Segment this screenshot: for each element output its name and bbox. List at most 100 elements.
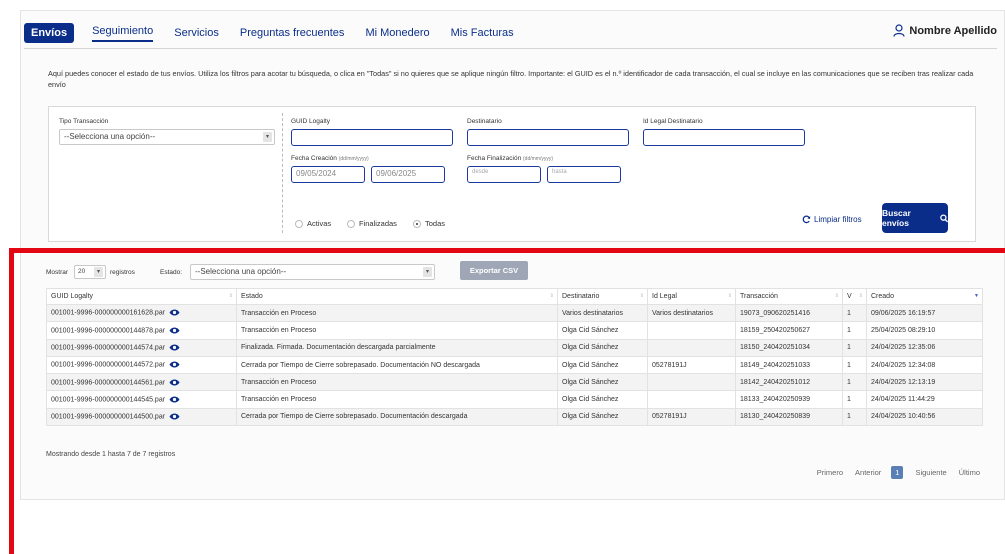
table-cell: Transacción en Proceso xyxy=(236,303,558,323)
cell-text: 1 xyxy=(847,344,851,352)
table-cell: Olga Cid Sánchez xyxy=(557,407,648,427)
tab-mis-facturas[interactable]: Mis Facturas xyxy=(451,27,514,39)
estado-select[interactable]: --Selecciona una opción-- ▾ xyxy=(190,264,435,280)
filter-divider xyxy=(282,113,283,233)
table-cell: 18142_240420251012 xyxy=(735,373,843,392)
table-row[interactable]: 001001-9996-000000000144545.par Transacci… xyxy=(46,390,983,409)
cell-text: Cerrada por Tiempo de Cierre sobrepasado… xyxy=(241,361,480,369)
cell-text: 001001-9996-000000000144878.par xyxy=(51,327,166,335)
table-cell: 1 xyxy=(842,355,867,375)
refresh-icon xyxy=(802,215,811,224)
pager-next[interactable]: Siguiente xyxy=(915,468,946,477)
radio-todas-label: Todas xyxy=(425,219,446,228)
table-cell: 05278191J xyxy=(647,407,736,427)
tab-envios[interactable]: Envíos xyxy=(24,23,75,43)
table-cell: Olga Cid Sánchez xyxy=(557,355,648,375)
buscar-envios-button[interactable]: Buscar envíos xyxy=(882,203,948,233)
col-creado[interactable]: Creado ▼ xyxy=(866,288,983,305)
table-cell: 18130_240420250839 xyxy=(735,407,843,427)
col-estado[interactable]: Estado ⇕ xyxy=(236,288,558,305)
destinatario-label: Destinatario xyxy=(467,118,502,125)
fecha-finalizacion-hasta-input[interactable]: hasta xyxy=(547,166,621,183)
fecha-creacion-desde-input[interactable]: 09/05/2024 xyxy=(291,166,365,183)
eye-icon[interactable] xyxy=(169,361,180,368)
eye-icon[interactable] xyxy=(169,413,180,420)
table-cell: 24/04/2025 12:35:06 xyxy=(866,338,983,357)
table-cell: Transacción en Proceso xyxy=(236,373,558,392)
eye-icon[interactable] xyxy=(169,379,180,386)
cell-text: 19073_090620251416 xyxy=(740,309,811,317)
guid-input[interactable] xyxy=(291,129,453,146)
user-menu[interactable]: Nombre Apellido xyxy=(893,24,997,37)
cell-text: Varios destinatarios xyxy=(562,309,623,317)
highlight-annotation-top xyxy=(9,248,1005,253)
col-transaccion[interactable]: Transacción ⇕ xyxy=(735,288,843,305)
cell-text: 1 xyxy=(847,413,851,421)
table-row[interactable]: 001001-9996-000000000144572.par Cerrada p… xyxy=(46,355,983,375)
cell-text: Transacción en Proceso xyxy=(241,378,317,386)
eye-icon[interactable] xyxy=(169,309,180,316)
registros-label: registros xyxy=(110,269,135,276)
cell-text: 18149_240420251033 xyxy=(740,361,811,369)
cell-text: Olga Cid Sánchez xyxy=(562,344,619,352)
cell-text: 05278191J xyxy=(652,361,687,369)
table-cell: 24/04/2025 10:40:56 xyxy=(866,407,983,427)
exportar-csv-button[interactable]: Exportar CSV xyxy=(460,261,528,280)
cell-text: 18150_240420251034 xyxy=(740,344,811,352)
eye-icon[interactable] xyxy=(169,396,180,403)
radio-finalizadas[interactable]: Finalizadas xyxy=(347,219,397,228)
cell-text: Olga Cid Sánchez xyxy=(562,326,619,334)
table-cell: 1 xyxy=(842,321,867,340)
col-guid[interactable]: GUID Logalty ⇕ xyxy=(46,288,237,305)
cell-text: Finalizada. Firmada. Documentación desca… xyxy=(241,344,436,352)
cell-text: Transacción en Proceso xyxy=(241,326,317,334)
limpiar-filtros-link[interactable]: Limpiar filtros xyxy=(802,215,862,224)
estado-select-value: --Selecciona una opción-- xyxy=(195,267,287,276)
radio-activas[interactable]: Activas xyxy=(295,219,331,228)
table-row[interactable]: 001001-9996-000000000144574.par Finalizad… xyxy=(46,338,983,357)
pager-last[interactable]: Último xyxy=(959,468,980,477)
table-cell: 24/04/2025 12:34:08 xyxy=(866,355,983,375)
col-id-legal[interactable]: Id Legal ⇕ xyxy=(647,288,736,305)
table-cell: Varios destinatarios xyxy=(557,303,648,323)
tab-servicios[interactable]: Servicios xyxy=(174,27,219,39)
table-cell: 18133_240420250939 xyxy=(735,390,843,409)
destinatario-input[interactable] xyxy=(467,129,629,146)
table-row[interactable]: 001001-9996-000000000144500.par Cerrada p… xyxy=(46,407,983,427)
eye-icon[interactable] xyxy=(169,327,180,334)
table-cell: 1 xyxy=(842,390,867,409)
tab-seguimiento[interactable]: Seguimiento xyxy=(92,25,154,42)
table-cell: Olga Cid Sánchez xyxy=(557,390,648,409)
cell-text: 05278191J xyxy=(652,413,687,421)
tipo-transaccion-select[interactable]: --Selecciona una opción-- ▾ xyxy=(59,129,275,145)
cell-text: Olga Cid Sánchez xyxy=(562,396,619,404)
table-row[interactable]: 001001-9996-000000000144561.par Transacci… xyxy=(46,373,983,392)
sort-icon: ⇕ xyxy=(549,293,554,299)
table-cell xyxy=(647,373,736,392)
table-row[interactable]: 001001-9996-000000000144878.par Transacci… xyxy=(46,321,983,340)
page-size-select[interactable]: 20 ▾ xyxy=(74,265,106,279)
eye-icon[interactable] xyxy=(169,344,180,351)
cell-text: 18142_240420251012 xyxy=(740,378,811,386)
radio-todas[interactable]: Todas xyxy=(413,219,445,228)
pager-prev[interactable]: Anterior xyxy=(855,468,881,477)
table-info: Mostrando desde 1 hasta 7 de 7 registros xyxy=(46,451,176,458)
pager-current[interactable]: 1 xyxy=(891,466,904,479)
search-icon xyxy=(939,213,948,222)
table-row[interactable]: 001001-9996-000000000161628.par Transacci… xyxy=(46,303,983,323)
col-destinatario[interactable]: Destinatario ⇕ xyxy=(557,288,648,305)
cell-text: 24/04/2025 11:44:29 xyxy=(871,396,935,404)
table-body: 001001-9996-000000000161628.par Transacci… xyxy=(46,303,983,427)
tab-preguntas-frecuentes[interactable]: Preguntas frecuentes xyxy=(240,27,345,39)
fecha-finalizacion-desde-input[interactable]: desde xyxy=(467,166,541,183)
tab-mi-monedero[interactable]: Mi Monedero xyxy=(365,27,429,39)
cell-text: Cerrada por Tiempo de Cierre sobrepasado… xyxy=(241,413,468,421)
id-legal-input[interactable] xyxy=(643,129,805,146)
col-v[interactable]: V ⇕ xyxy=(842,288,867,305)
cell-text: Olga Cid Sánchez xyxy=(562,361,619,369)
fecha-creacion-hasta-input[interactable]: 09/06/2025 xyxy=(371,166,445,183)
radio-todas-dot xyxy=(413,219,421,228)
cell-text: 1 xyxy=(847,309,851,317)
table-cell: 18159_250420250627 xyxy=(735,321,843,340)
pager-first[interactable]: Primero xyxy=(817,468,843,477)
